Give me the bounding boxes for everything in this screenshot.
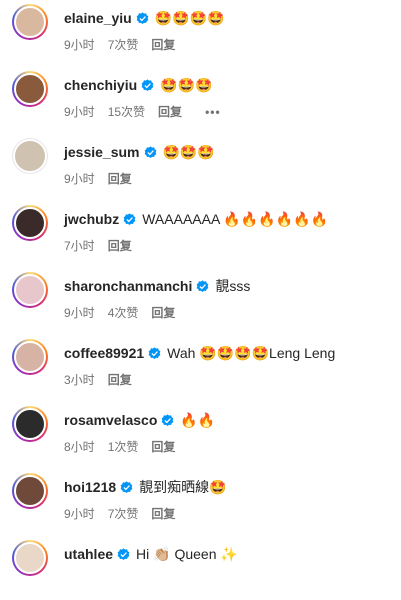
like-count[interactable]: 7次赞 xyxy=(108,505,139,522)
timestamp: 8小时 xyxy=(64,440,95,454)
comment-text: 靚到痴晒線🤩 xyxy=(139,479,227,495)
username[interactable]: elaine_yiu xyxy=(64,10,132,26)
comment-text: Hi 👏🏼 Queen ✨ xyxy=(136,545,238,562)
reply-button[interactable]: 回复 xyxy=(151,505,175,522)
comment-text: 靚sss xyxy=(215,278,251,294)
like-count[interactable]: 15次赞 xyxy=(108,103,145,120)
username[interactable]: jwchubz xyxy=(64,211,119,227)
comment-text: 🤩🤩🤩🤩 xyxy=(154,9,225,26)
reply-button[interactable]: 回复 xyxy=(151,304,175,321)
comment-item: chenchiyiu 🤩🤩🤩 9小时 15次赞 回复 ••• xyxy=(0,71,401,131)
verified-badge-icon xyxy=(144,145,156,158)
comment-item: elaine_yiu 🤩🤩🤩🤩 9小时 7次赞 回复 xyxy=(0,4,401,64)
avatar[interactable] xyxy=(12,473,48,509)
verified-badge-icon xyxy=(197,279,209,292)
reply-button[interactable]: 回复 xyxy=(151,36,175,53)
username[interactable]: utahlee xyxy=(64,546,113,562)
comment-item: jessie_sum 🤩🤩🤩 9小时 回复 xyxy=(0,138,401,198)
username[interactable]: coffee89921 xyxy=(64,345,144,361)
verified-badge-icon xyxy=(120,480,133,493)
comment-text: 🤩🤩🤩 xyxy=(160,76,213,93)
timestamp: 9小时 xyxy=(64,172,95,186)
like-count[interactable]: 7次赞 xyxy=(108,36,139,53)
timestamp: 9小时 xyxy=(64,507,95,521)
verified-badge-icon xyxy=(136,11,149,24)
verified-badge-icon xyxy=(123,212,136,225)
avatar[interactable] xyxy=(12,272,48,308)
comment-item: coffee89921 Wah 🤩🤩🤩🤩Leng Leng 3小时 回复 xyxy=(0,339,401,399)
verified-badge-icon xyxy=(162,413,174,426)
reply-button[interactable]: 回复 xyxy=(158,103,182,120)
username[interactable]: chenchiyiu xyxy=(64,77,137,93)
username[interactable]: sharonchanmanchi xyxy=(64,278,192,294)
avatar[interactable] xyxy=(12,406,48,442)
timestamp: 9小时 xyxy=(64,105,95,119)
timestamp: 3小时 xyxy=(64,373,95,387)
reply-button[interactable]: 回复 xyxy=(151,438,175,455)
avatar[interactable] xyxy=(12,138,48,174)
comment-item: utahlee Hi 👏🏼 Queen ✨ xyxy=(0,540,401,600)
reply-button[interactable]: 回复 xyxy=(108,237,132,254)
username[interactable]: rosamvelasco xyxy=(64,412,157,428)
avatar[interactable] xyxy=(12,205,48,241)
comment-text: 🤩🤩🤩 xyxy=(162,143,215,160)
comment-item: rosamvelasco 🔥🔥 8小时 1次赞 回复 xyxy=(0,406,401,466)
verified-badge-icon xyxy=(141,78,154,91)
username[interactable]: hoi1218 xyxy=(64,479,116,495)
timestamp: 9小时 xyxy=(64,306,95,320)
reply-button[interactable]: 回复 xyxy=(108,170,132,187)
username[interactable]: jessie_sum xyxy=(64,144,140,160)
timestamp: 9小时 xyxy=(64,38,95,52)
avatar[interactable] xyxy=(12,540,48,576)
avatar[interactable] xyxy=(12,4,48,40)
comment-item: sharonchanmanchi 靚sss 9小时 4次赞 回复 xyxy=(0,272,401,332)
like-count[interactable]: 4次赞 xyxy=(108,304,139,321)
comment-text: WAAAAAAA 🔥🔥🔥🔥🔥🔥 xyxy=(142,210,329,227)
avatar[interactable] xyxy=(12,339,48,375)
avatar[interactable] xyxy=(12,71,48,107)
verified-badge-icon xyxy=(117,547,130,560)
comment-item: hoi1218 靚到痴晒線🤩 9小时 7次赞 回复 xyxy=(0,473,401,533)
verified-badge-icon xyxy=(148,346,161,359)
comment-text: Wah 🤩🤩🤩🤩Leng Leng xyxy=(167,344,336,361)
like-count[interactable]: 1次赞 xyxy=(108,438,139,455)
reply-button[interactable]: 回复 xyxy=(108,371,132,388)
timestamp: 7小时 xyxy=(64,239,95,253)
more-options-icon[interactable]: ••• xyxy=(205,105,221,119)
comment-item: jwchubz WAAAAAAA 🔥🔥🔥🔥🔥🔥 7小时 回复 xyxy=(0,205,401,265)
comment-text: 🔥🔥 xyxy=(180,411,216,428)
